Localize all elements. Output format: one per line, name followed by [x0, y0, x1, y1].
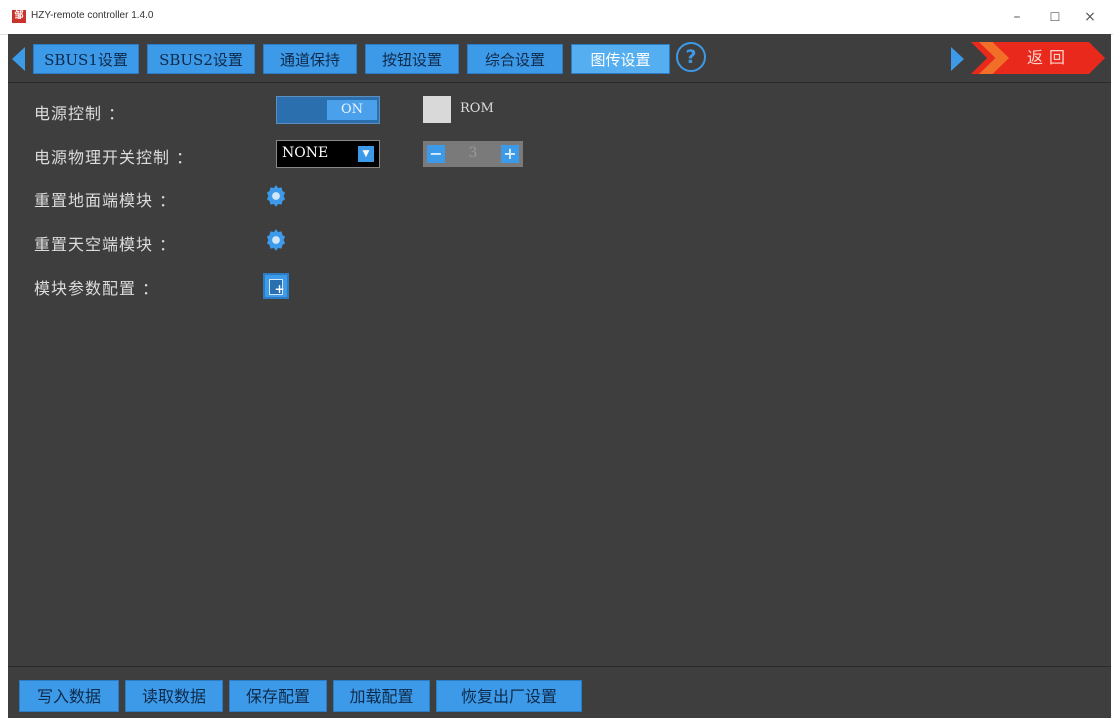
load-config-button[interactable]: 加载配置	[333, 680, 430, 712]
minus-icon[interactable]: −	[427, 145, 445, 163]
power-control-toggle[interactable]: ON	[276, 96, 380, 124]
module-param-config-label: 模块参数配置 ：	[34, 279, 160, 298]
rom-label: ROM	[460, 101, 494, 116]
tab-video-transmission-settings[interactable]: 图传设置	[571, 44, 670, 74]
power-switch-control-label: 电源物理开关控制 ：	[34, 148, 194, 167]
module-config-button[interactable]: +	[263, 273, 289, 299]
back-button[interactable]: 返回	[971, 42, 1105, 74]
minimize-button[interactable]: –	[1002, 6, 1032, 28]
tab-channel-hold[interactable]: 通道保持	[263, 44, 357, 74]
stepper-value[interactable]: 3	[449, 145, 497, 161]
tab-sbus2-settings[interactable]: SBUS2设置	[147, 44, 255, 74]
power-switch-stepper[interactable]: − 3 +	[423, 141, 523, 167]
app-logo: 邹	[12, 10, 26, 23]
bottom-action-bar: 写入数据 读取数据 保存配置 加载配置 恢复出厂设置	[8, 666, 1111, 718]
scroll-right-arrow-icon[interactable]	[951, 47, 964, 71]
write-data-button[interactable]: 写入数据	[19, 680, 119, 712]
gear-icon	[266, 229, 286, 251]
scroll-left-arrow-icon[interactable]	[12, 47, 25, 71]
double-chevron-icon	[979, 42, 1009, 74]
gear-icon	[266, 185, 286, 207]
back-button-label: 返回	[1026, 48, 1071, 67]
tab-sbus1-settings[interactable]: SBUS1设置	[33, 44, 139, 74]
tab-button-settings[interactable]: 按钮设置	[365, 44, 459, 74]
restore-factory-settings-button[interactable]: 恢复出厂设置	[436, 680, 582, 712]
rom-checkbox[interactable]	[423, 96, 451, 123]
plus-icon[interactable]: +	[501, 145, 519, 163]
read-data-button[interactable]: 读取数据	[125, 680, 223, 712]
power-switch-select[interactable]: NONE ▼	[276, 140, 380, 168]
help-icon[interactable]: ?	[676, 42, 706, 72]
tab-bar: SBUS1设置 SBUS2设置 通道保持 按钮设置 综合设置 图传设置 ? 返回	[8, 34, 1111, 83]
title-bar: 邹 HZY-remote controller 1.4.0 – ☐ ×	[0, 0, 1113, 35]
save-config-button[interactable]: 保存配置	[229, 680, 327, 712]
reset-ground-module-button[interactable]	[263, 183, 289, 209]
chevron-down-icon[interactable]: ▼	[358, 146, 374, 162]
reset-ground-module-label: 重置地面端模块 ：	[34, 191, 177, 210]
main-panel: SBUS1设置 SBUS2设置 通道保持 按钮设置 综合设置 图传设置 ? 返回…	[8, 34, 1111, 718]
add-icon: +	[274, 282, 285, 296]
tab-general-settings[interactable]: 综合设置	[467, 44, 563, 74]
toggle-state: ON	[327, 100, 377, 120]
reset-air-module-button[interactable]	[263, 227, 289, 253]
window-title: HZY-remote controller 1.4.0	[31, 10, 154, 21]
power-control-label: 电源控制 ：	[34, 104, 126, 123]
reset-air-module-label: 重置天空端模块 ：	[34, 235, 177, 254]
maximize-button[interactable]: ☐	[1040, 6, 1070, 28]
close-button[interactable]: ×	[1075, 6, 1105, 28]
select-value: NONE	[282, 145, 329, 161]
